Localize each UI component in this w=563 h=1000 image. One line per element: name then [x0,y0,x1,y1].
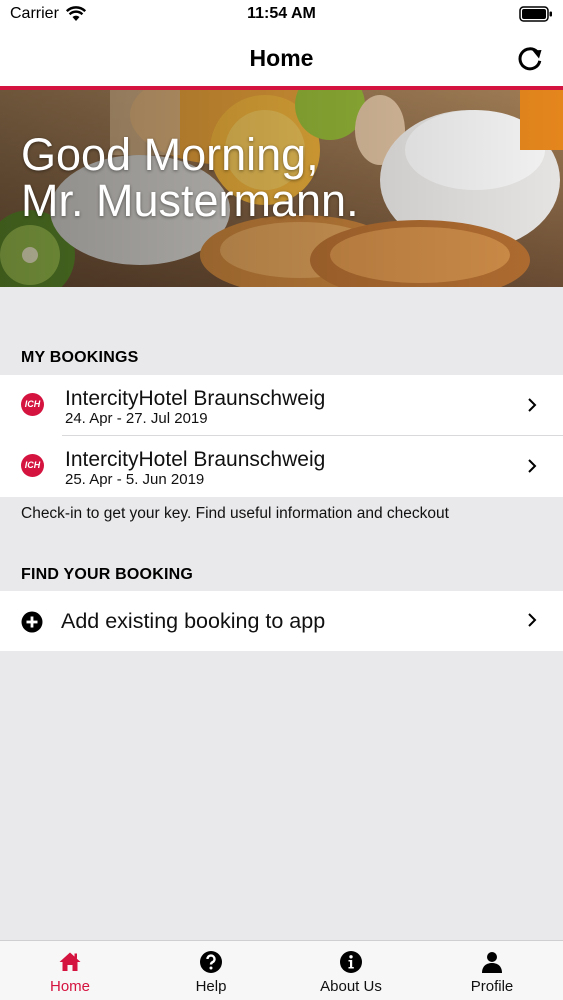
booking-dates: 24. Apr - 27. Jul 2019 [65,410,208,427]
hotel-logo-icon: ICH [21,454,44,477]
my-bookings-header: MY BOOKINGS [21,349,139,366]
hotel-logo-icon: ICH [21,393,44,416]
hotel-name: IntercityHotel Braunschweig [65,448,326,471]
chevron-right-icon [528,459,537,473]
page-title: Home [249,45,314,71]
tab-home[interactable]: Home [0,941,140,1000]
hotel-name: IntercityHotel Braunschweig [65,387,326,410]
add-existing-booking-button[interactable]: Add existing booking to app [0,591,563,651]
battery-icon [519,6,552,22]
plus-circle-icon [21,611,43,633]
greeting-text: Good Morning, Mr. Mustermann. [21,132,359,224]
tab-profile[interactable]: Profile [422,941,562,1000]
status-bar: Carrier 11:54 AM [0,0,563,28]
navigation-bar: Home [0,28,563,86]
booking-dates: 25. Apr - 5. Jun 2019 [65,471,205,488]
greeting-line-2: Mr. Mustermann. [21,175,359,226]
tab-help[interactable]: Help [141,941,281,1000]
booking-row[interactable]: ICH IntercityHotel Braunschweig 24. Apr … [0,375,563,436]
find-booking-header: FIND YOUR BOOKING [21,566,194,583]
bookings-note: Check-in to get your key. Find useful in… [21,505,449,522]
tab-profile-label: Profile [470,978,514,995]
help-icon [200,951,222,973]
profile-icon [482,952,502,973]
tab-about-us-label: About Us [320,978,382,995]
booking-row[interactable]: ICH IntercityHotel Braunschweig 25. Apr … [0,436,563,497]
hero-banner: Good Morning, Mr. Mustermann. [0,90,563,287]
tab-bar: Home Help About Us Profile [0,940,563,1000]
home-icon [59,952,81,971]
tab-help-label: Help [195,978,227,995]
tab-home-label: Home [49,978,90,995]
status-time: 11:54 AM [247,5,316,22]
add-booking-label: Add existing booking to app [61,609,326,633]
refresh-icon[interactable] [515,44,545,74]
greeting-line-1: Good Morning, [21,129,319,180]
tab-about-us[interactable]: About Us [281,941,421,1000]
info-icon [340,951,362,973]
chevron-right-icon [528,613,537,627]
chevron-right-icon [528,398,537,412]
